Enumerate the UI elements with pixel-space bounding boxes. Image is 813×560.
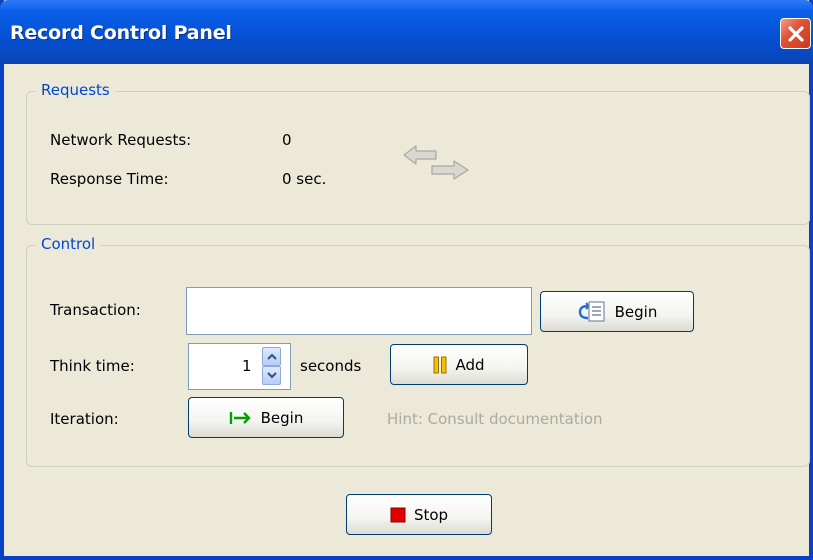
add-label: Add xyxy=(455,355,485,374)
chevron-down-icon xyxy=(266,372,277,379)
think-time-label: Think time: xyxy=(50,357,135,375)
add-button[interactable]: Add xyxy=(390,344,528,385)
iteration-begin-button[interactable]: Begin xyxy=(188,397,344,438)
pause-icon xyxy=(433,356,447,373)
network-requests-value: 0 xyxy=(282,131,292,149)
think-time-stepper[interactable] xyxy=(262,347,281,385)
control-legend: Control xyxy=(35,235,102,253)
network-requests-label: Network Requests: xyxy=(50,131,192,149)
stop-label: Stop xyxy=(413,505,449,524)
transaction-begin-label: Begin xyxy=(614,302,658,321)
stepper-down-button[interactable] xyxy=(262,366,281,385)
network-arrows-icon xyxy=(403,145,469,180)
think-time-input[interactable]: 1 xyxy=(188,343,291,390)
iteration-label: Iteration: xyxy=(50,410,119,428)
transaction-input[interactable] xyxy=(186,287,532,335)
response-time-label: Response Time: xyxy=(50,170,169,188)
think-time-unit: seconds xyxy=(300,357,362,375)
hint-text: Hint: Consult documentation xyxy=(387,410,603,428)
think-time-value: 1 xyxy=(242,357,252,375)
title-bar[interactable]: Record Control Panel xyxy=(0,0,813,64)
stepper-up-button[interactable] xyxy=(262,347,281,366)
stop-icon xyxy=(390,507,406,522)
transaction-label: Transaction: xyxy=(50,301,141,319)
stop-button[interactable]: Stop xyxy=(346,494,492,535)
chevron-up-icon xyxy=(266,353,277,360)
response-time-value: 0 sec. xyxy=(282,170,327,188)
requests-legend: Requests xyxy=(35,81,116,99)
iteration-arrow-icon xyxy=(229,411,251,424)
close-icon xyxy=(787,25,804,42)
transaction-begin-button[interactable]: Begin xyxy=(540,291,694,332)
iteration-begin-label: Begin xyxy=(260,408,304,427)
close-button[interactable] xyxy=(780,18,811,49)
window-title: Record Control Panel xyxy=(10,22,232,44)
record-control-panel-window: Record Control Panel Requests Network Re… xyxy=(0,0,813,560)
transaction-icon xyxy=(578,300,605,322)
